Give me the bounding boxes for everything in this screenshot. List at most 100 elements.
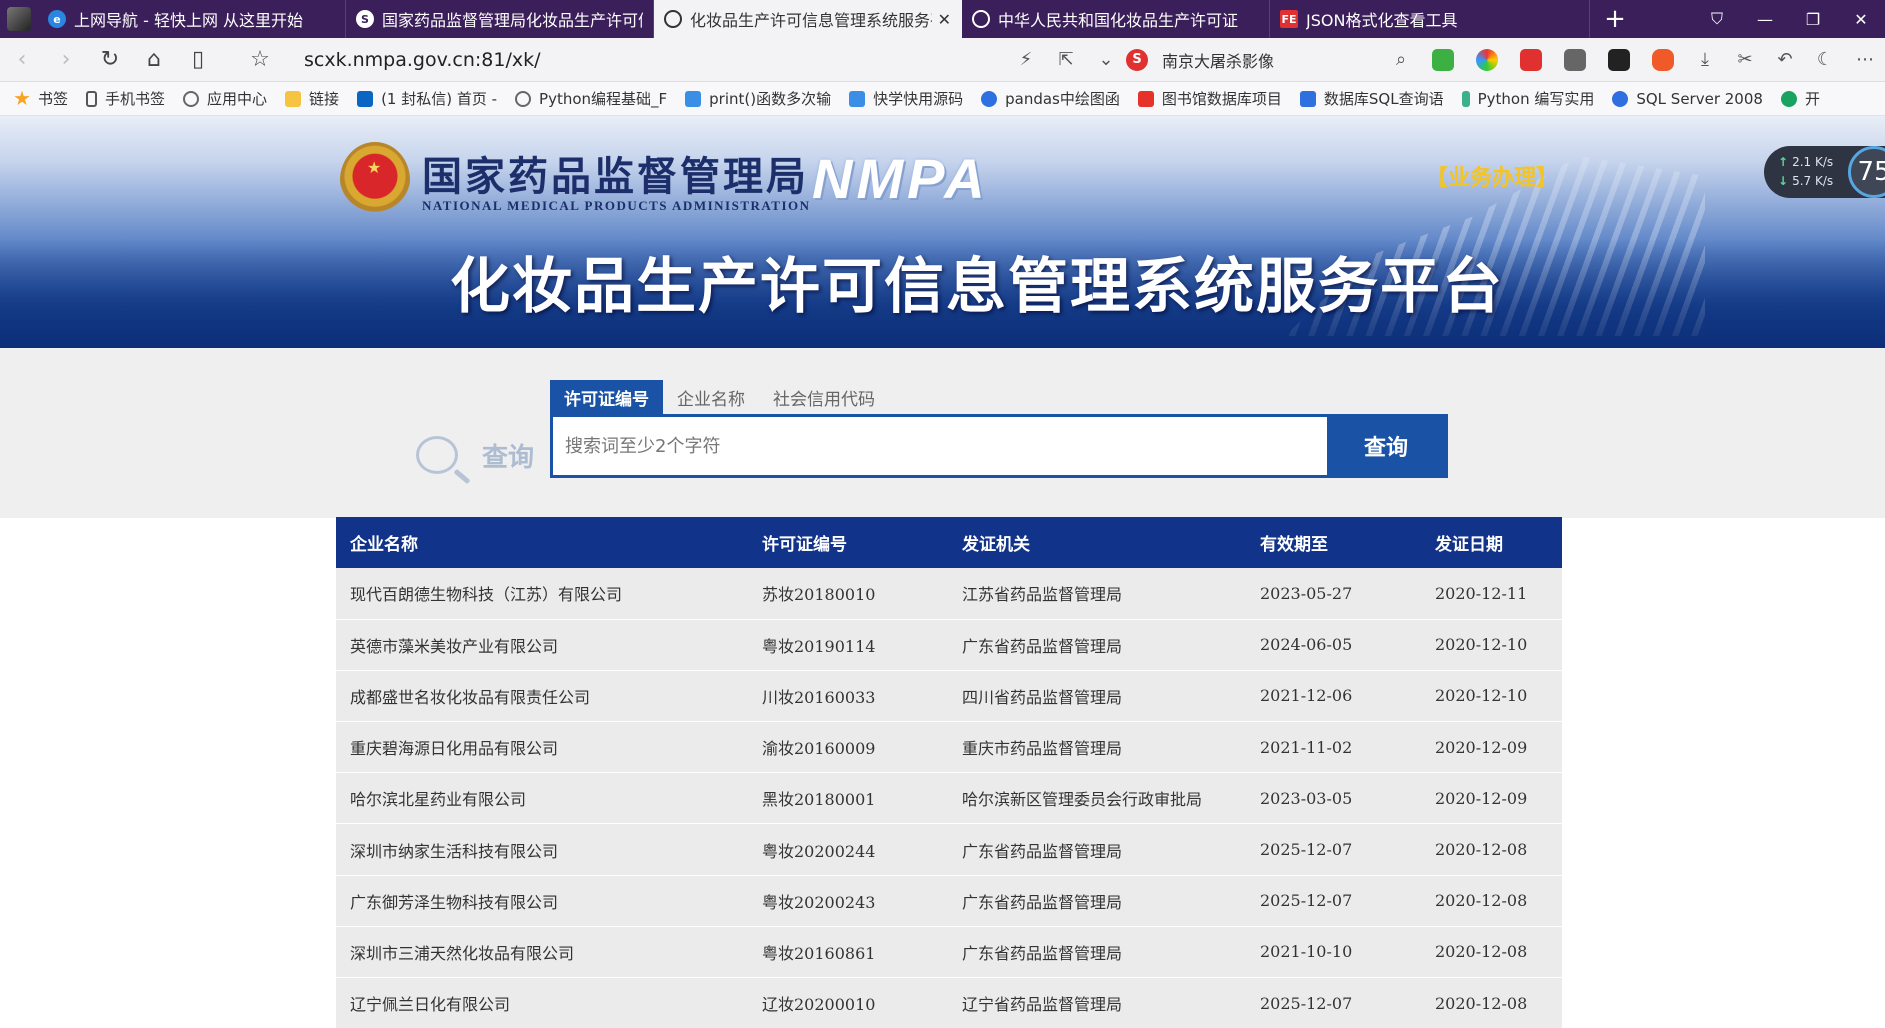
phone-icon [86,90,98,107]
favorite-star-icon[interactable]: ☆ [238,38,282,82]
search-icon[interactable]: ⌕ [1381,38,1421,82]
bookmark-item[interactable]: Python编程基础_F [515,88,667,109]
restore-button[interactable]: ❐ [1789,0,1837,38]
browser-tab-1[interactable]: e 上网导航 - 轻快上网 从这里开始 [38,0,346,38]
table-row[interactable]: 深圳市三浦天然化妆品有限公司 粤妆20160861 广东省药品监督管理局 2021-1… [336,926,1562,979]
globe-icon [664,10,682,28]
more-menu-icon[interactable]: ⋯ [1845,38,1885,82]
bookmark-item[interactable]: 手机书签 [86,88,165,109]
user-avatar[interactable] [0,0,38,38]
color-wheel-extension-icon[interactable] [1465,38,1509,82]
search-engine-box[interactable]: S 南京大屠杀影像 [1126,48,1381,72]
download-value: 5.7 [1792,174,1812,188]
table-row[interactable]: 深圳市纳家生活科技有限公司 粤妆20200244 广东省药品监督管理局 2025-12… [336,823,1562,876]
company-name-cell[interactable]: 重庆碧海源日化用品有限公司 [336,721,748,774]
table-row[interactable]: 英德市藻米美妆产业有限公司 粤妆20190114 广东省药品监督管理局 2024-06… [336,619,1562,671]
close-tab-icon[interactable]: ✕ [938,10,951,29]
table-row[interactable]: 重庆碧海源日化用品有限公司 渝妆20160009 重庆市药品监督管理局 2021-11… [336,721,1562,774]
table-row[interactable]: 广东御芳泽生物科技有限公司 粤妆20200243 广东省药品监督管理局 2025-12… [336,875,1562,927]
globe-icon [972,10,990,28]
search-input[interactable] [553,417,1327,475]
company-name-cell[interactable]: 现代百朗德生物科技（江苏）有限公司 [336,568,748,620]
tab-title: 中华人民共和国化妆品生产许可证 [998,11,1239,30]
browser-tab-4[interactable]: 中华人民共和国化妆品生产许可证 [962,0,1270,38]
home-button[interactable]: ⌂ [132,38,176,82]
company-name-cell[interactable]: 成都盛世名妆化妆品有限责任公司 [336,670,748,723]
issuing-authority-cell: 辽宁省药品监督管理局 [948,977,1246,1028]
column-header: 有效期至 [1246,517,1421,568]
download-icon[interactable]: ⤓ [1685,38,1725,82]
company-name-cell[interactable]: 哈尔滨北星药业有限公司 [336,772,748,825]
company-name-cell[interactable]: 深圳市三浦天然化妆品有限公司 [336,926,748,979]
forward-button[interactable]: › [44,38,88,82]
tab-credit-code[interactable]: 社会信用代码 [759,380,889,414]
tab-title: 上网导航 - 轻快上网 从这里开始 [74,11,304,30]
chevron-down-icon[interactable]: ⌄ [1086,38,1126,82]
shield-extension-icon[interactable] [1421,38,1465,82]
table-row[interactable]: 现代百朗德生物科技（江苏）有限公司 苏妆20180010 江苏省药品监督管理局 202… [336,568,1562,620]
bookmark-item[interactable]: SQL Server 2008 [1612,90,1763,108]
bookmark-item[interactable]: 数据库SQL查询语 [1299,88,1444,109]
browser-tab-5[interactable]: FE JSON格式化查看工具 [1270,0,1590,38]
new-tab-button[interactable]: + [1590,0,1640,38]
bookmark-label: SQL Server 2008 [1636,89,1763,108]
back-button[interactable]: ‹ [0,38,44,82]
bookmark-item[interactable]: 开 [1780,88,1820,109]
address-bar[interactable]: scxk.nmpa.gov.cn:81/xk/ [304,49,924,71]
zhihu-icon [357,90,374,107]
issuing-authority-cell: 广东省药品监督管理局 [948,926,1246,979]
toolbar-right: ⚡ ⇱ ⌄ S 南京大屠杀影像 ⌕ ⤓ ✂ ↶ ☾ ⋯ [1006,38,1885,82]
network-speed-widget[interactable]: ↑ 2.1 K/s ↓ 5.7 K/s 75 [1764,146,1885,198]
bookmark-item[interactable]: (1 封私信) 首页 - [357,88,497,109]
shirt-icon[interactable]: ⛉ [1693,0,1741,38]
issue-date-cell: 2020-12-08 [1421,875,1562,927]
page-title: 化妆品生产许可信息管理系统服务平台 [450,252,1504,322]
share-icon[interactable]: ⇱ [1046,38,1086,82]
bookmark-item[interactable]: 链接 [285,88,339,109]
valid-until-cell: 2021-12-06 [1246,670,1421,723]
valid-until-cell: 2023-05-27 [1246,568,1421,620]
table-row[interactable]: 辽宁佩兰日化有限公司 辽妆20200010 辽宁省药品监督管理局 2025-12-07… [336,977,1562,1028]
table-header-row: 企业名称 许可证编号 发证机关 有效期至 发证日期 [336,517,1562,568]
table-row[interactable]: 哈尔滨北星药业有限公司 黑妆20180001 哈尔滨新区管理委员会行政审批局 2023… [336,772,1562,825]
minimize-button[interactable]: — [1741,0,1789,38]
bookmark-item[interactable]: 图书馆数据库项目 [1137,88,1282,109]
issue-date-cell: 2020-12-09 [1421,721,1562,774]
bookmark-item[interactable]: pandas中绘图函 [981,88,1120,109]
table-row[interactable]: 成都盛世名妆化妆品有限责任公司 川妆20160033 四川省药品监督管理局 2021-… [336,670,1562,723]
lightning-icon[interactable]: ⚡ [1006,38,1046,82]
gamepad-icon[interactable] [1641,38,1685,82]
scissors-icon[interactable]: ✂ [1725,38,1765,82]
tab-title: 国家药品监督管理局化妆品生产许可信 [382,11,643,30]
company-name-cell[interactable]: 广东御芳泽生物科技有限公司 [336,875,748,927]
undo-icon[interactable]: ↶ [1765,38,1805,82]
close-window-button[interactable]: ✕ [1837,0,1885,38]
bookmark-label: pandas中绘图函 [1005,90,1120,108]
download-unit: K/s [1814,174,1834,188]
paw-icon [1612,90,1629,107]
query-logo-text: 查询 [482,442,535,473]
company-name-cell[interactable]: 辽宁佩兰日化有限公司 [336,977,748,1028]
fe-extension-icon[interactable] [1509,38,1553,82]
bookmark-item[interactable]: 快学快用源码 [849,88,963,109]
sogou-icon: S [1126,48,1148,71]
company-name-cell[interactable]: 深圳市纳家生活科技有限公司 [336,823,748,876]
grid-extension-icon[interactable] [1553,38,1597,82]
bookmark-item[interactable]: 书签 [14,88,68,109]
browser-toolbar: ‹ › ↻ ⌂ ▯ ☆ scxk.nmpa.gov.cn:81/xk/ ⚡ ⇱ … [0,38,1885,82]
reader-icon[interactable]: ▯ [176,38,220,82]
bookmark-item[interactable]: Python 编写实用 [1461,88,1594,109]
business-link[interactable]: 【业务办理】 [1426,160,1558,192]
browser-tab-2[interactable]: S 国家药品监督管理局化妆品生产许可信 [346,0,654,38]
company-name-cell[interactable]: 英德市藻米美妆产业有限公司 [336,619,748,671]
tab-company-name[interactable]: 企业名称 [663,380,759,414]
search-button[interactable]: 查询 [1327,417,1445,475]
reload-button[interactable]: ↻ [88,38,132,82]
bookmark-item[interactable]: print()函数多次输 [685,88,831,109]
browser-tab-3[interactable]: 化妆品生产许可信息管理系统服务平 ✕ [654,0,962,38]
moon-icon[interactable]: ☾ [1805,38,1845,82]
tab-license-number[interactable]: 许可证编号 [550,380,663,414]
bookmark-item[interactable]: 应用中心 [183,88,267,109]
mask-extension-icon[interactable] [1597,38,1641,82]
agency-name-en: NATIONAL MEDICAL PRODUCTS ADMINISTRATION [422,198,811,213]
